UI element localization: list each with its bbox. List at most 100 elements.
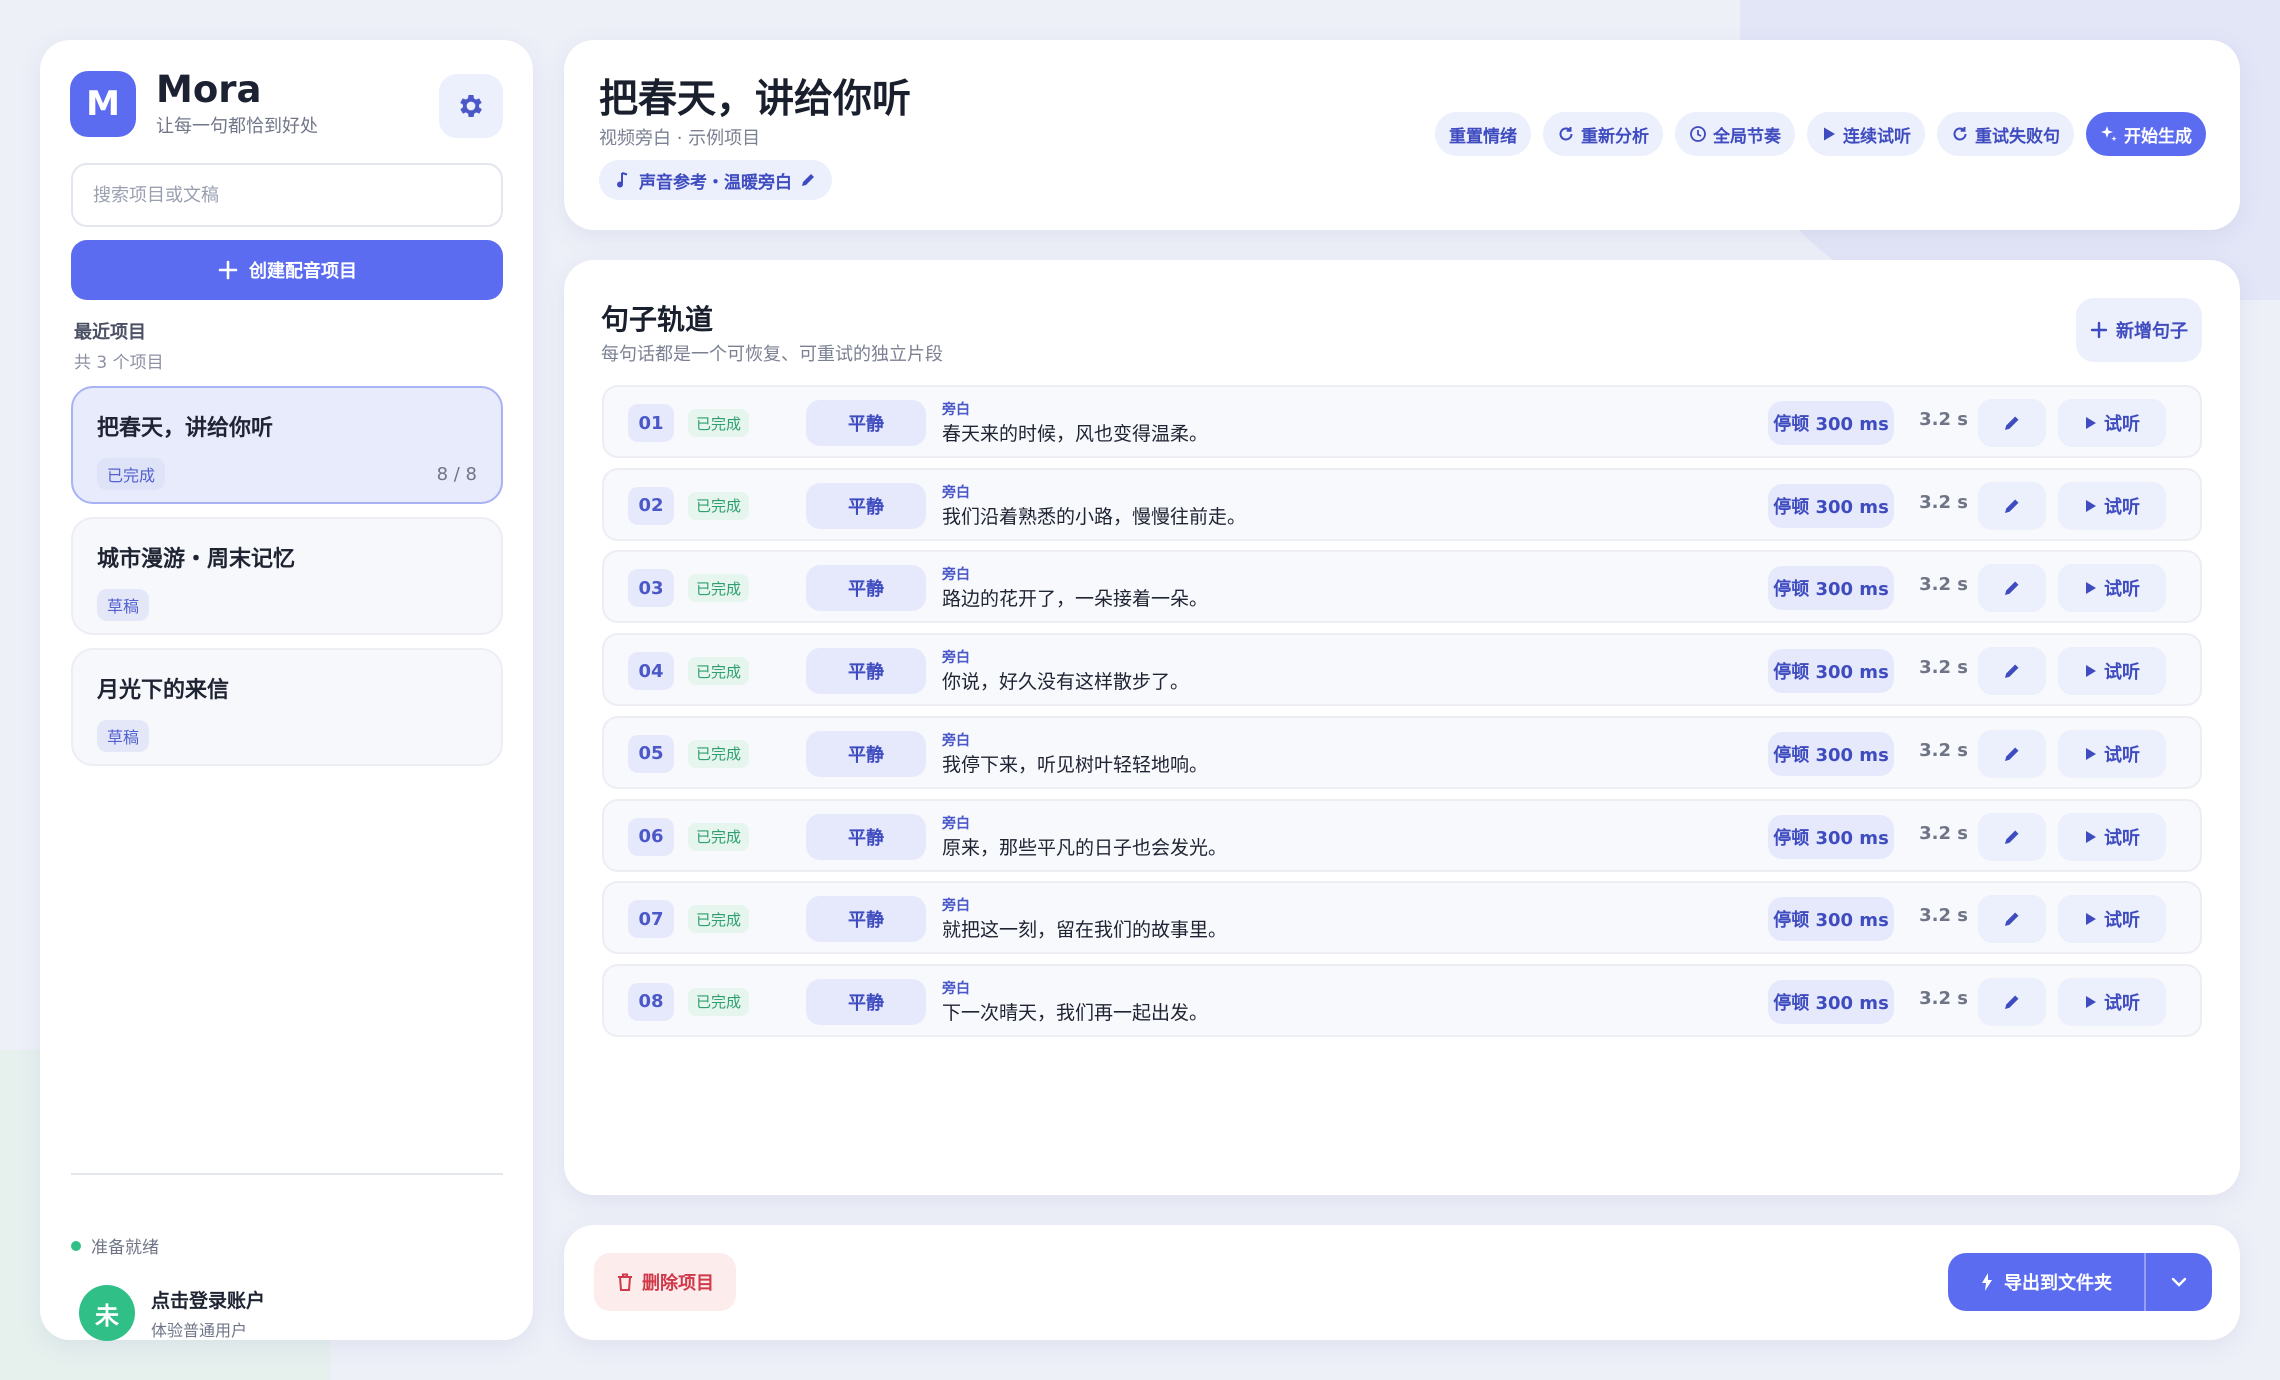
listen-sentence-button[interactable]: 试听 — [2058, 895, 2166, 944]
status-dot-icon — [71, 1240, 81, 1251]
create-project-button[interactable]: 创建配音项目 — [71, 240, 503, 300]
settings-button[interactable] — [439, 74, 503, 138]
emotion-select[interactable]: 平静 — [806, 400, 926, 446]
sentence-number: 04 — [628, 652, 674, 691]
global-rhythm-button[interactable]: 全局节奏 — [1675, 112, 1795, 156]
pause-setting[interactable]: 停顿 300 ms — [1768, 401, 1894, 445]
speaker-label: 旁白 — [942, 732, 970, 749]
sentence-row[interactable]: 03 已完成 平静 旁白 路边的花开了，一朵接着一朵。 停顿 300 ms 3.2 s 试听 — [602, 550, 2202, 624]
project-card-3[interactable]: 月光下的来信 草稿 — [71, 648, 503, 766]
listen-sentence-button[interactable]: 试听 — [2058, 399, 2166, 447]
listen-sentence-button[interactable]: 试听 — [2058, 729, 2166, 778]
listen-label: 试听 — [2104, 496, 2140, 518]
edit-sentence-button[interactable] — [1978, 895, 2046, 944]
pencil-icon — [2005, 912, 2019, 927]
export-options-button[interactable] — [2146, 1253, 2212, 1311]
status-badge: 已完成 — [688, 574, 750, 603]
emotion-select[interactable]: 平静 — [806, 648, 926, 695]
speaker-label: 旁白 — [942, 567, 970, 584]
gear-icon — [460, 95, 482, 117]
pause-setting[interactable]: 停顿 300 ms — [1768, 731, 1894, 776]
sentence-number: 02 — [628, 486, 674, 525]
plus-icon — [2090, 321, 2108, 339]
sentence-text[interactable]: 我们沿着熟悉的小路，慢慢往前走。 — [942, 502, 1246, 529]
status-badge: 草稿 — [97, 589, 150, 621]
trash-icon — [618, 1273, 632, 1291]
listen-label: 试听 — [2104, 992, 2140, 1014]
reanalyze-label: 重新分析 — [1581, 126, 1649, 147]
continuous-listen-button[interactable]: 连续试听 — [1807, 112, 1925, 156]
pause-setting[interactable]: 停顿 300 ms — [1768, 649, 1894, 694]
avatar: 未 — [79, 1285, 135, 1341]
listen-label: 试听 — [2104, 414, 2140, 435]
play-icon — [1824, 127, 1835, 141]
sentence-row[interactable]: 08 已完成 平静 旁白 下一次晴天，我们再一起出发。 停顿 300 ms 3.2 s 试听 — [602, 963, 2202, 1037]
sentence-number: 01 — [628, 404, 674, 442]
edit-sentence-button[interactable] — [1978, 729, 2046, 778]
sentence-text[interactable]: 就把这一刻，留在我们的故事里。 — [942, 915, 1227, 942]
project-header: 把春天，讲给你听 视频旁白 · 示例项目 声音参考・温暖旁白 重置情绪 重新分析… — [564, 40, 2240, 230]
sentence-row[interactable]: 07 已完成 平静 旁白 就把这一刻，留在我们的故事里。 停顿 300 ms 3.2 s 试听 — [602, 881, 2202, 955]
start-generate-button[interactable]: 开始生成 — [2086, 112, 2206, 156]
search-input[interactable] — [71, 163, 503, 227]
reset-emotion-button[interactable]: 重置情绪 — [1435, 112, 1531, 156]
sentence-row[interactable]: 01 已完成 平静 旁白 春天来的时候，风也变得温柔。 停顿 300 ms 3.2 s 试听 — [602, 385, 2202, 458]
sentence-text[interactable]: 你说，好久没有这样散步了。 — [942, 667, 1189, 694]
play-icon — [2086, 665, 2096, 678]
edit-sentence-button[interactable] — [1978, 647, 2046, 696]
page-subtitle: 视频旁白 · 示例项目 — [599, 128, 761, 149]
edit-sentence-button[interactable] — [1978, 977, 2046, 1026]
sentence-row[interactable]: 02 已完成 平静 旁白 我们沿着熟悉的小路，慢慢往前走。 停顿 300 ms 3.2 s 试… — [602, 467, 2202, 541]
sentence-number: 08 — [628, 982, 674, 1021]
pause-setting[interactable]: 停顿 300 ms — [1768, 483, 1894, 528]
emotion-select[interactable]: 平静 — [806, 978, 926, 1025]
emotion-select[interactable]: 平静 — [806, 730, 926, 777]
user-login[interactable]: 未 点击登录账户 体验普通用户 — [79, 1285, 265, 1341]
emotion-select[interactable]: 平静 — [806, 482, 926, 529]
sentence-row[interactable]: 06 已完成 平静 旁白 原来，那些平凡的日子也会发光。 停顿 300 ms 3.2 s 试听 — [602, 798, 2202, 872]
edit-sentence-button[interactable] — [1978, 481, 2046, 530]
delete-project-button[interactable]: 删除项目 — [594, 1253, 736, 1311]
status-badge: 草稿 — [97, 720, 150, 752]
delete-project-label: 删除项目 — [642, 1273, 714, 1294]
sentence-text[interactable]: 原来，那些平凡的日子也会发光。 — [942, 833, 1227, 860]
listen-sentence-button[interactable]: 试听 — [2058, 812, 2166, 861]
sentence-row[interactable]: 05 已完成 平静 旁白 我停下来，听见树叶轻轻地响。 停顿 300 ms 3.2 s 试听 — [602, 715, 2202, 789]
listen-sentence-button[interactable]: 试听 — [2058, 481, 2166, 530]
clock-icon — [1690, 126, 1706, 142]
pause-setting[interactable]: 停顿 300 ms — [1768, 979, 1894, 1024]
emotion-select[interactable]: 平静 — [806, 813, 926, 860]
retry-failed-button[interactable]: 重试失败句 — [1937, 112, 2074, 156]
pause-setting[interactable]: 停顿 300 ms — [1768, 814, 1894, 859]
emotion-select[interactable]: 平静 — [806, 896, 926, 943]
edit-sentence-button[interactable] — [1978, 399, 2046, 447]
edit-sentence-button[interactable] — [1978, 812, 2046, 861]
project-card-1[interactable]: 把春天，讲给你听 已完成 8 / 8 — [71, 386, 503, 504]
play-icon — [2086, 417, 2096, 429]
user-tier: 体验普通用户 — [151, 1320, 248, 1340]
project-progress: 8 / 8 — [436, 463, 477, 485]
start-generate-label: 开始生成 — [2124, 126, 2192, 147]
sentence-duration: 3.2 s — [1919, 574, 1968, 596]
project-card-2[interactable]: 城市漫游・周末记忆 草稿 — [71, 517, 503, 635]
sentence-text[interactable]: 下一次晴天，我们再一起出发。 — [942, 998, 1208, 1025]
project-name: 把春天，讲给你听 — [97, 416, 274, 441]
reanalyze-button[interactable]: 重新分析 — [1543, 112, 1663, 156]
listen-sentence-button[interactable]: 试听 — [2058, 977, 2166, 1026]
listen-sentence-button[interactable]: 试听 — [2058, 647, 2166, 696]
emotion-select[interactable]: 平静 — [806, 565, 926, 612]
sentence-text[interactable]: 我停下来，听见树叶轻轻地响。 — [942, 750, 1208, 777]
sentence-row[interactable]: 04 已完成 平静 旁白 你说，好久没有这样散步了。 停顿 300 ms 3.2 s 试听 — [602, 633, 2202, 707]
sentence-text[interactable]: 路边的花开了，一朵接着一朵。 — [942, 584, 1208, 611]
voice-reference-button[interactable]: 声音参考・温暖旁白 — [599, 160, 832, 200]
add-sentence-button[interactable]: 新增句子 — [2076, 298, 2202, 362]
pause-setting[interactable]: 停顿 300 ms — [1768, 566, 1894, 611]
edit-sentence-button[interactable] — [1978, 564, 2046, 613]
listen-label: 试听 — [2104, 662, 2140, 684]
listen-sentence-button[interactable]: 试听 — [2058, 564, 2166, 613]
pause-setting[interactable]: 停顿 300 ms — [1768, 897, 1894, 942]
export-button[interactable]: 导出到文件夹 — [1948, 1253, 2144, 1311]
play-icon — [2086, 830, 2096, 843]
sentence-text[interactable]: 春天来的时候，风也变得温柔。 — [942, 419, 1208, 446]
sentence-track-panel: 句子轨道 每句话都是一个可恢复、可重试的独立片段 新增句子 01 已完成 平静 旁白春… — [564, 260, 2240, 1195]
